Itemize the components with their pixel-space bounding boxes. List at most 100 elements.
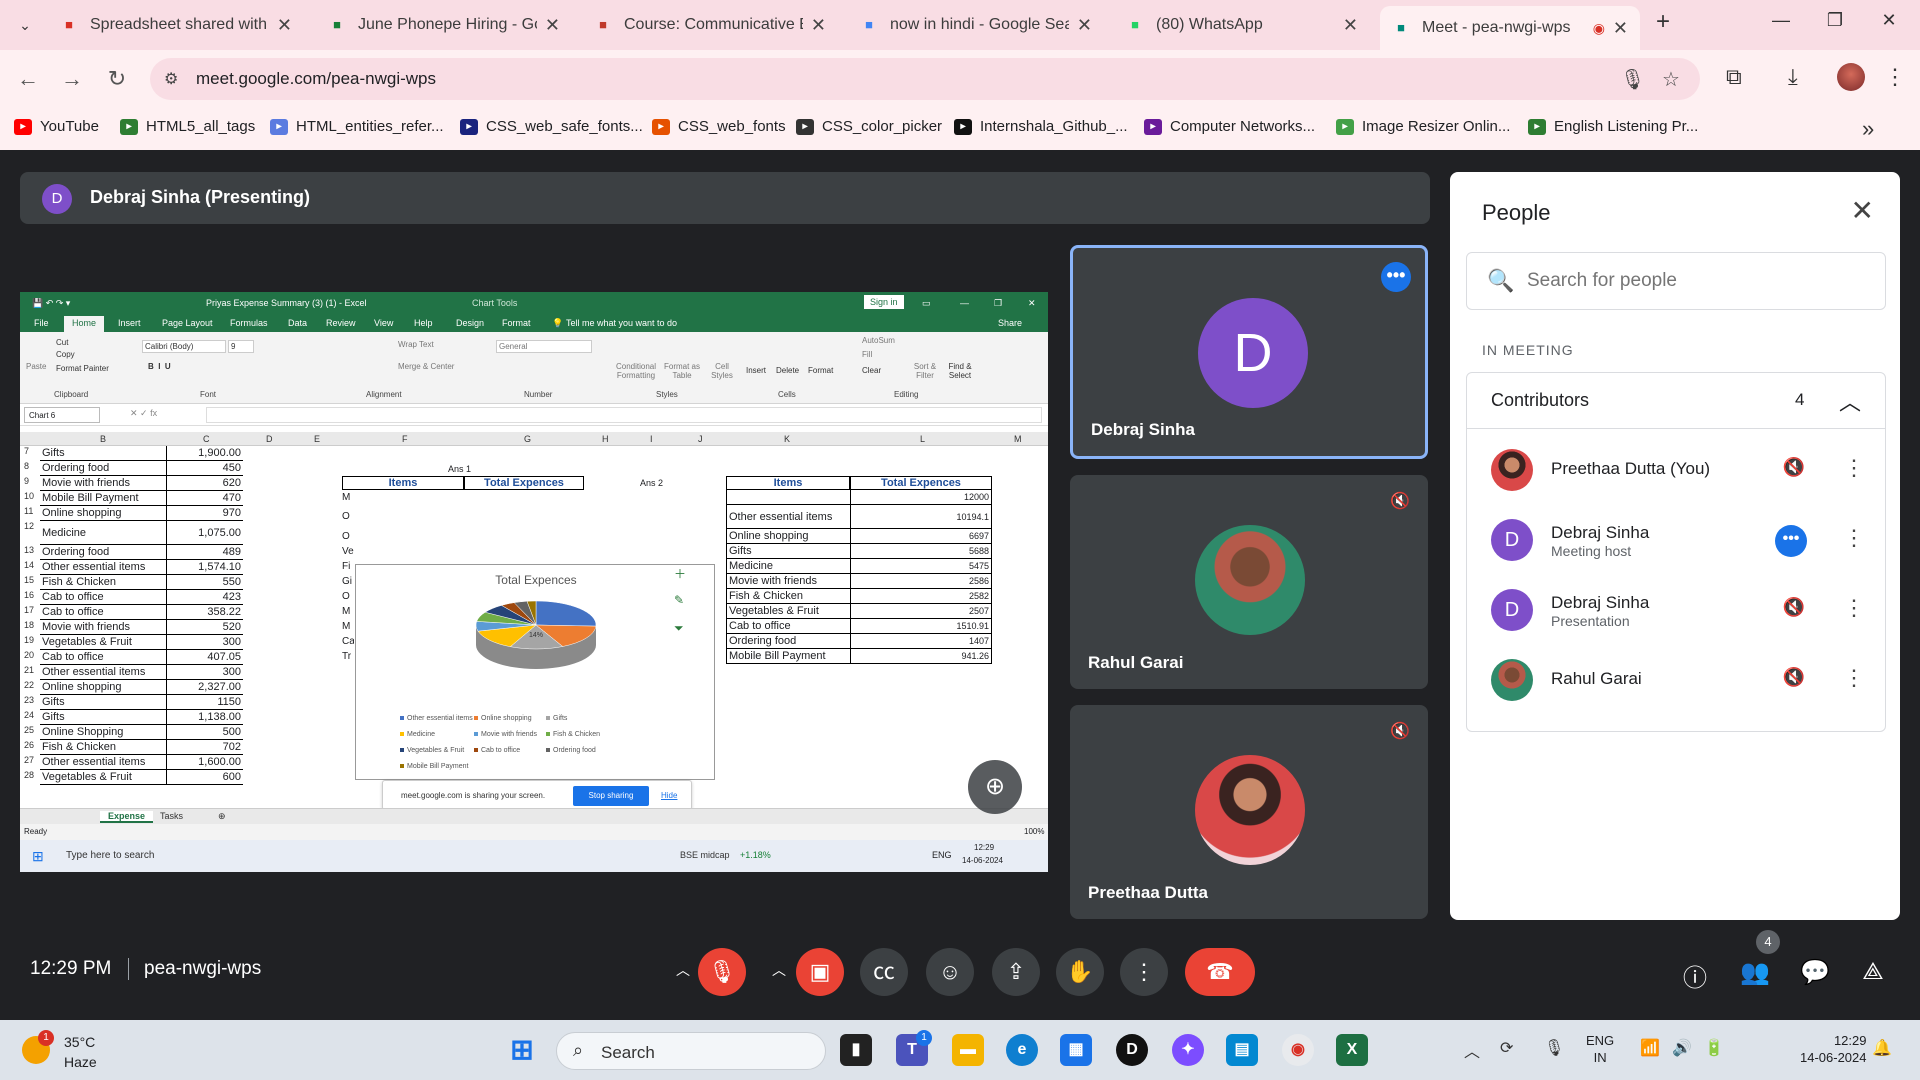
amount-cell[interactable]: 1,574.10 (167, 560, 243, 575)
participant-more-icon[interactable]: ⋮ (1843, 455, 1865, 481)
merge-center-button[interactable]: Merge & Center (398, 362, 454, 371)
delete-cells-button[interactable]: Delete (776, 366, 799, 375)
item-cell[interactable]: Online Shopping (40, 725, 167, 740)
item-cell[interactable]: Ordering food (40, 461, 167, 476)
item-cell[interactable]: Fi (342, 559, 354, 574)
store-icon[interactable]: ▦ (1060, 1034, 1092, 1066)
ribbon-tab-design[interactable]: Design (456, 318, 484, 328)
item-cell[interactable]: Ordering food (40, 545, 167, 560)
minimize-icon[interactable]: — (1766, 10, 1796, 31)
summary-total-cell[interactable]: 12000 (850, 490, 992, 505)
item-cell[interactable]: Tr (342, 649, 354, 664)
summary-total-cell[interactable]: 1510.91 (850, 619, 992, 634)
excel-minimize-icon[interactable]: — (960, 298, 969, 308)
total-header-left[interactable]: Total Expences (464, 476, 584, 490)
chart-filter-icon[interactable]: ⏷ (674, 621, 684, 636)
site-info-icon[interactable]: ⚙ (164, 69, 178, 89)
pie-chart-total-expences[interactable]: Total Expences 14% Other essential items… (355, 564, 715, 780)
show-hidden-icons-icon[interactable]: ︿ (1464, 1038, 1480, 1062)
item-cell[interactable]: Ve (342, 544, 354, 559)
close-tab-icon[interactable]: ✕ (545, 15, 560, 36)
audio-off-icon[interactable]: 🔇 (1781, 597, 1807, 618)
amount-cell[interactable]: 407.05 (167, 650, 243, 665)
ribbon-tab-file[interactable]: File (34, 318, 49, 328)
col-header[interactable]: B (100, 434, 106, 444)
browser-tab[interactable]: ■ now in hindi - Google Sear ✕ (848, 8, 1104, 42)
chart-styles-brush-icon[interactable]: ✎ (674, 593, 684, 607)
row-number[interactable]: 14 (20, 560, 40, 575)
summary-total-cell[interactable]: 10194.1 (850, 505, 992, 529)
file-explorer-icon[interactable]: ▬ (952, 1034, 984, 1066)
summary-total-cell[interactable]: 1407 (850, 634, 992, 649)
volume-icon[interactable]: 🔊 (1672, 1038, 1692, 1058)
format-painter-button[interactable]: Format Painter (56, 364, 109, 373)
tile-preethaa-dutta[interactable]: 🔇 Preethaa Dutta (1070, 705, 1428, 919)
copy-button[interactable]: Copy (56, 350, 75, 359)
fx-icon[interactable]: ✕ ✓ fx (130, 408, 157, 419)
item-cell[interactable]: Gifts (40, 446, 167, 461)
item-cell[interactable]: Gifts (40, 710, 167, 725)
participant-row[interactable]: Rahul Garai 🔇 ⋮ (1467, 645, 1885, 715)
participant-row[interactable]: Preethaa Dutta (You) 🔇 ⋮ (1467, 435, 1885, 505)
ribbon-display-icon[interactable]: ▭ (922, 298, 931, 309)
restore-icon[interactable]: ❐ (1820, 10, 1850, 31)
reload-icon[interactable]: ↻ (103, 66, 131, 92)
amount-cell[interactable]: 600 (167, 770, 243, 785)
legend-entry[interactable]: Movie with friends (474, 731, 537, 738)
col-header[interactable]: F (402, 434, 408, 444)
app-icon[interactable]: ▤ (1226, 1034, 1258, 1066)
amount-cell[interactable]: 620 (167, 476, 243, 491)
item-cell[interactable]: Vegetables & Fruit (40, 635, 167, 650)
bookmark-star-icon[interactable]: ☆ (1662, 67, 1680, 92)
raise-hand-icon[interactable]: ✋ (1056, 948, 1104, 996)
bookmark-item[interactable]: ▸ CSS_color_picker (796, 118, 942, 135)
chevron-up-icon[interactable]: ︿ (1839, 385, 1861, 417)
ribbon-tab-format[interactable]: Format (502, 318, 531, 328)
ribbon-tab-data[interactable]: Data (288, 318, 307, 328)
save-icon[interactable]: 💾 ↶ ↷ ▾ (32, 298, 70, 309)
more-bookmarks-icon[interactable]: » (1862, 116, 1874, 142)
row-number[interactable]: 28 (20, 770, 40, 785)
amount-cell[interactable]: 970 (167, 506, 243, 521)
item-cell[interactable]: Other essential items (40, 755, 167, 770)
bookmark-item[interactable]: ▸ Image Resizer Onlin... (1336, 118, 1510, 135)
chart-elements-plus-icon[interactable]: ＋ (674, 565, 686, 582)
search-people-input[interactable] (1527, 263, 1867, 299)
mic-off-button[interactable]: 🎙 (698, 948, 746, 996)
bookmark-item[interactable]: ▸ HTML_entities_refer... (270, 118, 444, 135)
camera-off-button[interactable]: ▣ (796, 948, 844, 996)
summary-item-cell[interactable]: Vegetables & Fruit (726, 604, 850, 619)
row-number[interactable]: 9 (20, 476, 40, 491)
contributors-header[interactable]: Contributors 4 ︿ (1467, 373, 1885, 429)
col-header[interactable]: L (920, 434, 925, 444)
total-header-right[interactable]: Total Expences (850, 476, 992, 490)
close-tab-icon[interactable]: ✕ (811, 15, 826, 36)
summary-item-cell[interactable]: Mobile Bill Payment (726, 649, 850, 664)
browser-tab[interactable]: ■ June Phonepe Hiring - Goo ✕ (316, 8, 572, 42)
amount-cell[interactable]: 520 (167, 620, 243, 635)
tile-debraj-sinha[interactable]: ••• D Debraj Sinha (1070, 245, 1428, 459)
font-name-select[interactable]: Calibri (Body) (142, 340, 226, 353)
row-number[interactable]: 18 (20, 620, 40, 635)
col-header[interactable]: I (650, 434, 653, 444)
wifi-icon[interactable]: 📶 (1640, 1038, 1660, 1058)
stop-sharing-button[interactable]: Stop sharing (573, 786, 649, 806)
sign-in-button[interactable]: Sign in (864, 295, 904, 309)
excel-close-icon[interactable]: ✕ (1028, 298, 1036, 309)
item-cell[interactable]: O (342, 529, 354, 544)
item-cell[interactable]: Other essential items (40, 665, 167, 680)
wrap-text-button[interactable]: Wrap Text (398, 340, 434, 349)
row-number[interactable]: 12 (20, 521, 40, 545)
legend-entry[interactable]: Fish & Chicken (546, 731, 600, 738)
formula-input[interactable] (206, 407, 1042, 423)
browser-tab[interactable]: ■ Meet - pea-nwgi-wps ◉ ✕ (1380, 6, 1640, 50)
close-tab-icon[interactable]: ✕ (1343, 15, 1358, 36)
battery-icon[interactable]: 🔋 (1704, 1038, 1724, 1058)
row-number[interactable]: 8 (20, 461, 40, 476)
item-cell[interactable]: O (342, 589, 354, 604)
close-tab-icon[interactable]: ✕ (1077, 15, 1092, 36)
legend-entry[interactable]: Other essential items (400, 715, 473, 722)
hide-notice-link[interactable]: Hide (661, 791, 677, 800)
row-number[interactable]: 20 (20, 650, 40, 665)
summary-item-cell[interactable]: Ordering food (726, 634, 850, 649)
